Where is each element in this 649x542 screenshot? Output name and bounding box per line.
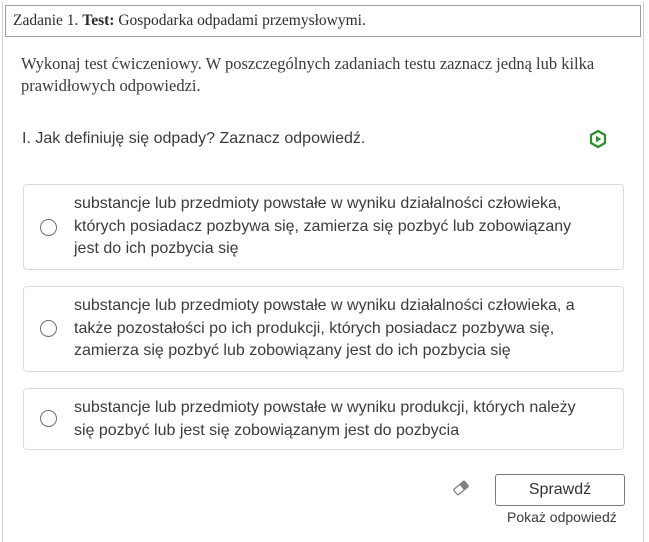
exercise-number: Zadanie 1. [13,12,79,29]
answer-option-1[interactable]: substancje lub przedmioty powstałe w wyn… [23,184,624,270]
answer-radio-3[interactable] [40,410,57,427]
answer-option-2[interactable]: substancje lub przedmioty powstałe w wyn… [23,286,624,372]
exercise-header: Zadanie 1. Test: Gospodarka odpadami prz… [5,5,641,37]
answer-text-2: substancje lub przedmioty powstałe w wyn… [74,297,575,359]
exercise-type: Test: [82,12,115,29]
answer-radio-1[interactable] [40,219,57,236]
eraser-icon[interactable] [451,479,471,497]
answer-option-3[interactable]: substancje lub przedmioty powstałe w wyn… [23,388,624,450]
hexagon-play-icon [589,129,607,149]
exercise-title: Gospodarka odpadami przemysłowymi. [118,12,366,29]
check-button[interactable]: Sprawdź [495,474,625,506]
instructions-text: Wykonaj test ćwiczeniowy. W poszczególny… [21,54,595,95]
show-answer-link[interactable]: Pokaż odpowiedź [507,509,617,525]
answer-text-3: substancje lub przedmioty powstałe w wyn… [74,399,576,439]
answer-text-1: substancje lub przedmioty powstałe w wyn… [74,195,572,257]
answer-radio-2[interactable] [40,320,57,337]
question-text: I. Jak definiuję się odpady? Zaznacz odp… [22,130,366,147]
